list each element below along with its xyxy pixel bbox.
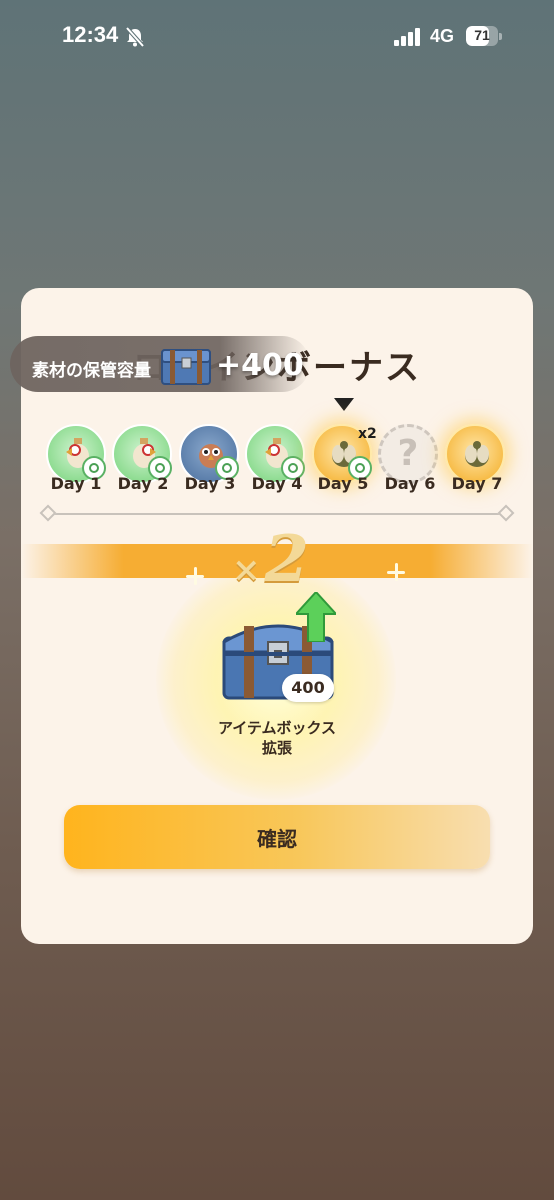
day-label: Day 2 (117, 474, 169, 493)
day-label: Day 7 (451, 474, 503, 493)
day-label: Day 5 (317, 474, 369, 493)
confirm-button[interactable]: 確認 (64, 805, 490, 869)
day-label: Day 1 (50, 474, 102, 493)
battery-percent: 71 (474, 27, 490, 43)
toast-value: +400 (216, 348, 304, 383)
silent-mode-icon (125, 26, 145, 48)
reward-name-line1: アイテムボックス (217, 719, 337, 737)
day-label: Day 4 (251, 474, 303, 493)
day-label: Day 3 (184, 474, 236, 493)
reward-quantity: 400 (282, 674, 334, 702)
cellular-signal-icon (394, 28, 420, 46)
reward-name: アイテムボックス 拡張 (177, 718, 377, 758)
clock: 12:34 (62, 22, 119, 47)
reward-name-line2: 拡張 (261, 739, 292, 757)
status-bar: 12:34 4G 71 (0, 0, 554, 76)
toast-label: 素材の保管容量 (32, 361, 151, 381)
bonus-multiplier: ×2 (232, 522, 310, 597)
day-5-multiplier: x2 (358, 426, 377, 442)
upgrade-arrow-icon (296, 592, 336, 642)
battery-icon: 71 (466, 26, 502, 48)
network-type: 4G (430, 26, 455, 46)
item-box-icon (161, 349, 211, 385)
divider (48, 513, 506, 515)
question-mark: ? (397, 433, 419, 474)
current-day-marker-icon (334, 398, 354, 411)
day-label: Day 6 (384, 474, 436, 493)
